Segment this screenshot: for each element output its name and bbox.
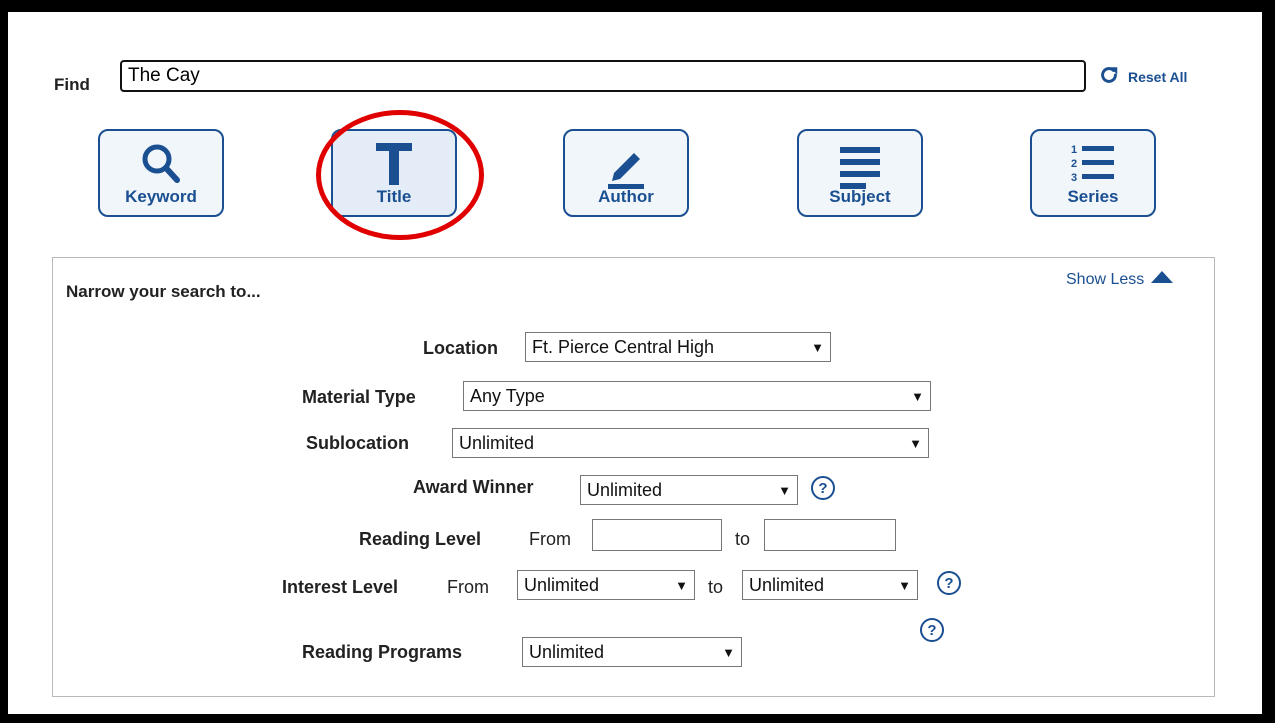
reading-level-to-input[interactable]: [764, 519, 896, 551]
chevron-down-icon: ▼: [909, 435, 922, 451]
reading-programs-select[interactable]: Unlimited ▼: [522, 637, 742, 667]
chevron-down-icon: ▼: [811, 339, 824, 355]
chevron-down-icon: ▼: [898, 577, 911, 593]
reading-programs-help-icon[interactable]: ?: [920, 618, 944, 642]
sublocation-value: Unlimited: [459, 432, 535, 453]
interest-to-value: Unlimited: [749, 574, 825, 595]
award-winner-value: Unlimited: [587, 479, 663, 500]
reading-programs-label: Reading Programs: [302, 642, 463, 662]
show-less-label: Show Less: [1066, 270, 1145, 288]
author-button[interactable]: Author: [563, 129, 689, 217]
reading-level-from-label: From: [529, 529, 571, 549]
reset-all-label: Reset All: [1128, 68, 1188, 85]
narrow-title: Narrow your search to...: [66, 282, 261, 301]
chevron-down-icon: ▼: [911, 388, 924, 404]
interest-help-icon[interactable]: ?: [937, 571, 961, 595]
interest-from-value: Unlimited: [524, 574, 600, 595]
reading-level-from-input[interactable]: [592, 519, 722, 551]
svg-text:3: 3: [1071, 172, 1077, 184]
location-label: Location: [423, 338, 498, 358]
interest-level-to-label: to: [708, 577, 724, 597]
reading-level-to-label: to: [735, 529, 751, 549]
sublocation-label: Sublocation: [306, 433, 409, 453]
chevron-down-icon: ▼: [722, 644, 735, 660]
main-frame: Find Reset All Keyword Title Author Subj…: [8, 12, 1262, 714]
interest-level-from-label: From: [447, 577, 489, 597]
title-button[interactable]: Title: [331, 129, 457, 217]
reading-programs-value: Unlimited: [529, 641, 605, 662]
material-type-value: Any Type: [470, 385, 545, 406]
award-winner-select[interactable]: Unlimited ▼: [580, 475, 798, 505]
material-type-label: Material Type: [302, 387, 416, 407]
interest-level-to-select[interactable]: Unlimited ▼: [742, 570, 918, 600]
reset-all-button[interactable]: Reset All: [1098, 64, 1187, 89]
interest-level-from-select[interactable]: Unlimited ▼: [517, 570, 695, 600]
find-label: Find: [54, 75, 90, 94]
award-help-icon[interactable]: ?: [811, 476, 835, 500]
series-button[interactable]: 123 Series: [1030, 129, 1156, 217]
triangle-up-icon: [1150, 270, 1174, 289]
award-winner-label: Award Winner: [413, 477, 534, 497]
interest-level-label: Interest Level: [282, 577, 399, 597]
location-select[interactable]: Ft. Pierce Central High ▼: [525, 332, 831, 362]
reading-level-label: Reading Level: [359, 529, 482, 549]
chevron-down-icon: ▼: [778, 482, 791, 498]
keyword-button[interactable]: Keyword: [98, 129, 224, 217]
svg-text:1: 1: [1071, 144, 1077, 156]
find-input[interactable]: [120, 60, 1086, 92]
chevron-down-icon: ▼: [675, 577, 688, 593]
sublocation-select[interactable]: Unlimited ▼: [452, 428, 929, 458]
location-value: Ft. Pierce Central High: [532, 336, 715, 357]
refresh-icon: [1098, 64, 1120, 89]
show-less-link[interactable]: Show Less: [1066, 270, 1174, 289]
subject-button[interactable]: Subject: [797, 129, 923, 217]
material-type-select[interactable]: Any Type ▼: [463, 381, 931, 411]
svg-text:2: 2: [1071, 158, 1077, 170]
